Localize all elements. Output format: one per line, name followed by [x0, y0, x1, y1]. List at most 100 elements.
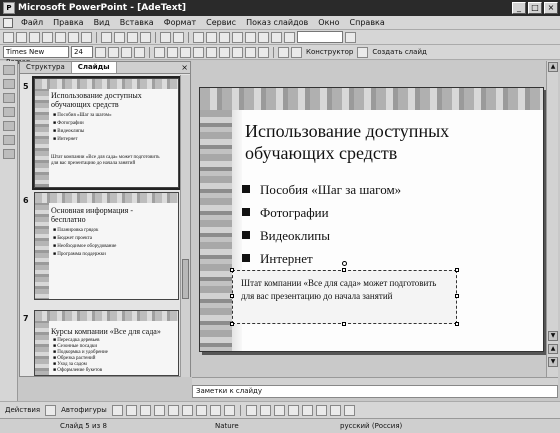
- close-button[interactable]: ×: [544, 2, 558, 14]
- arrow-style-icon[interactable]: [315, 404, 327, 416]
- demote-icon[interactable]: [3, 79, 15, 89]
- resize-handle[interactable]: [455, 268, 459, 272]
- autoshapes-menu[interactable]: Автофигуры: [59, 406, 109, 414]
- slide-bullet-list[interactable]: Пособия «Шаг за шагом» Фотографии Видеок…: [242, 178, 401, 270]
- align-center-icon[interactable]: [167, 46, 178, 58]
- rectangle-icon[interactable]: [139, 404, 151, 416]
- zoom-field[interactable]: [297, 31, 343, 43]
- textbox-text[interactable]: Штат компании «Все для сада» может подго…: [241, 277, 451, 303]
- design-icon[interactable]: [291, 46, 302, 58]
- show-formatting-icon[interactable]: [258, 31, 269, 43]
- tab-slides[interactable]: Слайды: [71, 62, 117, 73]
- menu-tools[interactable]: Сервис: [201, 18, 241, 27]
- numbering-icon[interactable]: [193, 46, 204, 58]
- hyperlink-icon[interactable]: [232, 31, 243, 43]
- italic-icon[interactable]: [108, 46, 119, 58]
- increase-font-icon[interactable]: [219, 46, 230, 58]
- align-left-icon[interactable]: [154, 46, 165, 58]
- notes-field[interactable]: Заметки к слайду: [192, 385, 558, 398]
- expand-icon[interactable]: [3, 135, 15, 145]
- maximize-button[interactable]: □: [528, 2, 542, 14]
- minimize-button[interactable]: _: [512, 2, 526, 14]
- grid-icon[interactable]: [271, 31, 282, 43]
- textbox-icon[interactable]: [167, 404, 179, 416]
- 3d-style-icon[interactable]: [343, 404, 355, 416]
- promote-icon[interactable]: [3, 65, 15, 75]
- line-icon[interactable]: [111, 404, 123, 416]
- decrease-font-icon[interactable]: [232, 46, 243, 58]
- horizontal-scrollbar[interactable]: [192, 377, 558, 385]
- cut-icon[interactable]: [101, 31, 112, 43]
- chart-icon[interactable]: [193, 31, 204, 43]
- resize-handle[interactable]: [230, 268, 234, 272]
- resize-handle[interactable]: [230, 322, 234, 326]
- menu-help[interactable]: Справка: [345, 18, 390, 27]
- slide-thumbnail-7[interactable]: Курсы компании «Все для сада» Пересадка …: [34, 310, 179, 376]
- open-icon[interactable]: [16, 31, 27, 43]
- oval-icon[interactable]: [153, 404, 165, 416]
- arrow-icon[interactable]: [125, 404, 137, 416]
- print-icon[interactable]: [55, 31, 66, 43]
- shadow-icon[interactable]: [134, 46, 145, 58]
- help-icon[interactable]: [345, 31, 356, 43]
- dash-style-icon[interactable]: [301, 404, 313, 416]
- redo-icon[interactable]: [173, 31, 184, 43]
- collapse-icon[interactable]: [3, 121, 15, 131]
- scroll-down-icon[interactable]: ▼: [548, 331, 558, 341]
- diagram-icon[interactable]: [195, 404, 207, 416]
- format-painter-icon[interactable]: [140, 31, 151, 43]
- menu-slideshow[interactable]: Показ слайдов: [241, 18, 313, 27]
- menu-view[interactable]: Вид: [89, 18, 115, 27]
- rotate-handle[interactable]: [342, 261, 347, 266]
- preview-icon[interactable]: [68, 31, 79, 43]
- bullets-icon[interactable]: [206, 46, 217, 58]
- menu-edit[interactable]: Правка: [48, 18, 88, 27]
- powerpoint-app-icon[interactable]: P: [3, 2, 15, 14]
- line-style-icon[interactable]: [287, 404, 299, 416]
- align-right-icon[interactable]: [180, 46, 191, 58]
- slide-thumbnail-6[interactable]: Основная информация - бесплатно Планиров…: [34, 192, 179, 300]
- tables-borders-icon[interactable]: [219, 31, 230, 43]
- move-up-icon[interactable]: [3, 93, 15, 103]
- menu-file[interactable]: Файл: [16, 18, 48, 27]
- email-icon[interactable]: [42, 31, 53, 43]
- font-name-field[interactable]: Times New Roman: [3, 46, 69, 66]
- shadow-style-icon[interactable]: [329, 404, 341, 416]
- previous-slide-icon[interactable]: ▲: [548, 344, 558, 354]
- resize-handle[interactable]: [455, 294, 459, 298]
- new-slide-button[interactable]: Создать слайд: [370, 48, 428, 56]
- scroll-up-icon[interactable]: ▲: [548, 62, 558, 72]
- paste-icon[interactable]: [127, 31, 138, 43]
- expand-all-icon[interactable]: [245, 31, 256, 43]
- spelling-icon[interactable]: [81, 31, 92, 43]
- resize-handle[interactable]: [342, 322, 346, 326]
- vertical-scrollbar[interactable]: ▲ ▼ ▲ ▼: [546, 61, 558, 377]
- table-icon[interactable]: [206, 31, 217, 43]
- color-grayscale-icon[interactable]: [284, 31, 295, 43]
- next-slide-icon[interactable]: ▼: [548, 357, 558, 367]
- pane-close-icon[interactable]: ×: [181, 63, 188, 72]
- underline-icon[interactable]: [121, 46, 132, 58]
- selected-textbox[interactable]: Штат компании «Все для сада» может подго…: [230, 268, 459, 326]
- font-color-icon[interactable]: [273, 404, 285, 416]
- menu-insert[interactable]: Вставка: [115, 18, 159, 27]
- font-color-icon[interactable]: [278, 46, 289, 58]
- tab-outline[interactable]: Структура: [20, 62, 72, 73]
- new-icon[interactable]: [3, 31, 14, 43]
- wordart-icon[interactable]: [181, 404, 193, 416]
- decrease-indent-icon[interactable]: [245, 46, 256, 58]
- document-icon[interactable]: [3, 17, 13, 28]
- font-size-field[interactable]: 24: [71, 46, 93, 58]
- pane-scrollbar[interactable]: [180, 75, 190, 377]
- picture-icon[interactable]: [223, 404, 235, 416]
- actions-menu[interactable]: Действия: [3, 406, 42, 414]
- line-color-icon[interactable]: [259, 404, 271, 416]
- resize-handle[interactable]: [342, 268, 346, 272]
- resize-handle[interactable]: [230, 294, 234, 298]
- resize-handle[interactable]: [455, 322, 459, 326]
- menu-window[interactable]: Окно: [313, 18, 344, 27]
- undo-icon[interactable]: [160, 31, 171, 43]
- pane-scroll-thumb[interactable]: [182, 259, 189, 299]
- move-down-icon[interactable]: [3, 107, 15, 117]
- copy-icon[interactable]: [114, 31, 125, 43]
